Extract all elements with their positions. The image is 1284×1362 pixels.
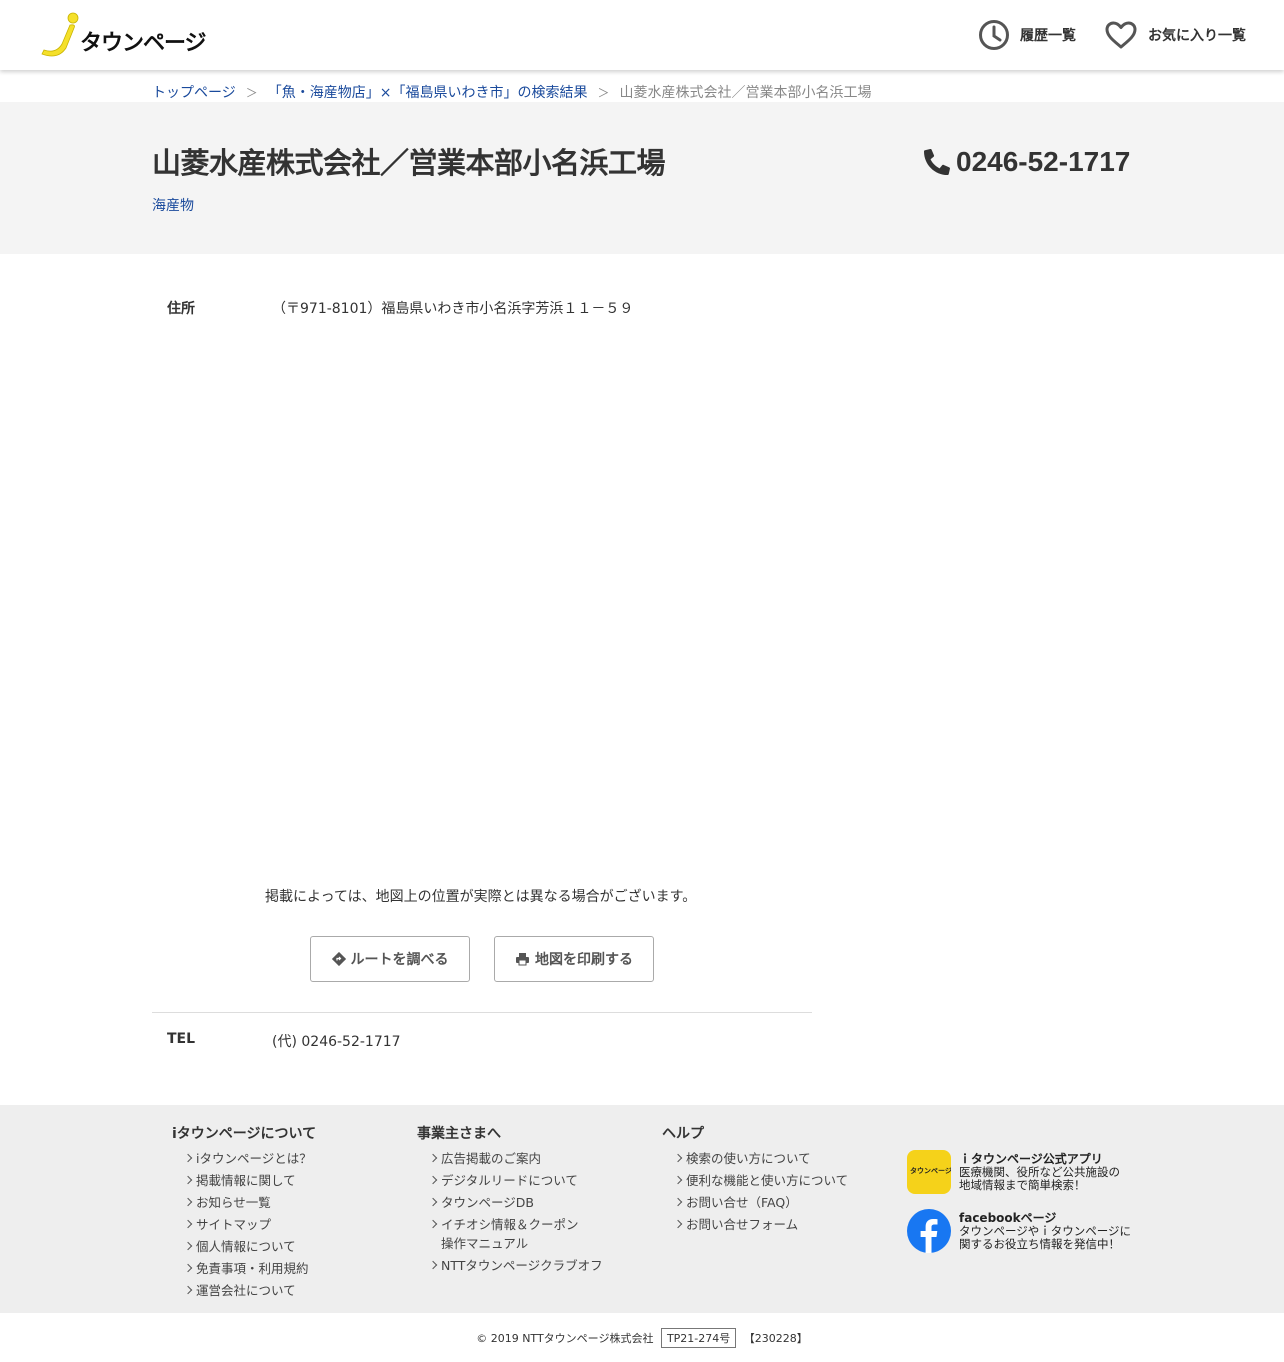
footer-link[interactable]: 個人情報について	[172, 1237, 316, 1256]
breadcrumb-separator: ＞	[245, 85, 258, 100]
footer-column-business: 事業主さまへ 広告掲載のご案内 デジタルリードについて タウンページDB イチオ…	[417, 1123, 603, 1278]
facebook-promo-line: 関するお役立ち情報を発信中！	[959, 1236, 1120, 1251]
route-diamond-icon	[331, 952, 346, 966]
app-promo-text: ｉタウンページ公式アプリ 医療機関、役所など公共施設の 地域情報まで簡単検索！	[959, 1151, 1120, 1192]
page-title: 山菱水産株式会社／営業本部小名浜工場	[152, 146, 666, 180]
footer-link[interactable]: タウンページDB	[417, 1193, 603, 1212]
site-header: タウンページ 履歴一覧 お気に入り一覧	[0, 0, 1284, 70]
copyright-text: © 2019 NTTタウンページ株式会社	[476, 1332, 654, 1345]
copyright-bar: © 2019 NTTタウンページ株式会社 TP21-274号 【230228】	[0, 1328, 1284, 1348]
address-value: （〒971-8101）福島県いわき市小名浜字芳浜１１－５９	[272, 301, 634, 317]
phone-icon	[924, 149, 950, 175]
favorites-label: お気に入り一覧	[1148, 28, 1246, 44]
route-button[interactable]: ルートを調べる	[310, 936, 470, 982]
print-map-button[interactable]: 地図を印刷する	[494, 936, 654, 982]
footer-column-help: ヘルプ 検索の使い方について 便利な機能と使い方について お問い合せ（FAQ） …	[662, 1123, 848, 1237]
footer-link[interactable]: デジタルリードについて	[417, 1171, 603, 1190]
footer-column-about: iタウンページについて iタウンページとは？ 掲載情報に関して お知らせ一覧 サ…	[172, 1123, 316, 1303]
breadcrumb-top-link[interactable]: トップページ	[152, 82, 236, 102]
printer-icon	[516, 953, 529, 966]
date-code: 【230228】	[743, 1332, 808, 1345]
registration-code-badge: TP21-274号	[660, 1328, 737, 1348]
heart-icon	[1105, 21, 1137, 49]
app-promo-banner[interactable]: タウンページ ｉタウンページ公式アプリ 医療機関、役所など公共施設の 地域情報ま…	[907, 1150, 1120, 1194]
print-button-label: 地図を印刷する	[535, 952, 633, 968]
facebook-promo-text: facebookページ タウンページやｉタウンページに 関するお役立ち情報を発信…	[959, 1210, 1132, 1251]
facebook-promo-line: タウンページやｉタウンページに	[959, 1223, 1132, 1238]
app-promo-title: ｉタウンページ公式アプリ	[959, 1151, 1103, 1166]
phone-number-text: 0246-52-1717	[956, 146, 1131, 177]
category-link[interactable]: 海産物	[152, 195, 194, 215]
tel-value[interactable]: (代) 0246-52-1717	[272, 1031, 401, 1051]
breadcrumb-current: 山菱水産株式会社／営業本部小名浜工場	[619, 85, 872, 101]
footer-link[interactable]: イチオシ情報＆クーポン 操作マニュアル	[417, 1215, 603, 1253]
footer-link[interactable]: iタウンページとは？	[172, 1149, 316, 1168]
facebook-icon	[907, 1209, 951, 1253]
footer-heading: iタウンページについて	[172, 1126, 317, 1142]
footer-link[interactable]: 便利な機能と使い方について	[662, 1171, 848, 1190]
footer-link[interactable]: お知らせ一覧	[172, 1193, 316, 1212]
app-promo-line: 医療機関、役所など公共施設の	[959, 1164, 1120, 1179]
footer-heading: ヘルプ	[662, 1126, 704, 1142]
site-logo[interactable]: タウンページ	[40, 8, 212, 60]
app-icon-text: タウンページ	[910, 1167, 951, 1175]
map-container[interactable]	[272, 330, 812, 860]
breadcrumb-separator: ＞	[597, 85, 610, 100]
logo-wordmark: タウンページ	[80, 31, 207, 56]
listing-title-band: 山菱水産株式会社／営業本部小名浜工場 海産物 0246-52-1717	[0, 102, 1284, 254]
section-divider	[152, 1012, 812, 1013]
breadcrumb-search-link[interactable]: 「魚・海産物店」×「福島県いわき市」の検索結果	[268, 82, 588, 102]
footer-link[interactable]: NTTタウンページクラブオフ	[417, 1256, 603, 1275]
footer-link-line: 操作マニュアル	[441, 1236, 529, 1251]
history-label: 履歴一覧	[1020, 28, 1076, 44]
favorites-link[interactable]: お気に入り一覧	[1104, 18, 1246, 52]
footer-link-line: イチオシ情報＆クーポン	[441, 1217, 579, 1232]
footer-heading: 事業主さまへ	[417, 1126, 501, 1142]
tel-label: TEL	[167, 1031, 196, 1047]
facebook-promo-title: facebookページ	[959, 1210, 1057, 1225]
footer-link[interactable]: 掲載情報に関して	[172, 1171, 316, 1190]
footer-link[interactable]: サイトマップ	[172, 1215, 316, 1234]
breadcrumb: トップページ ＞ 「魚・海産物店」×「福島県いわき市」の検索結果 ＞ 山菱水産株…	[152, 82, 872, 102]
route-button-label: ルートを調べる	[350, 952, 449, 968]
history-link[interactable]: 履歴一覧	[978, 18, 1076, 52]
app-promo-line: 地域情報まで簡単検索！	[959, 1177, 1086, 1192]
clock-icon	[979, 20, 1009, 50]
phone-number-header[interactable]: 0246-52-1717	[924, 146, 1130, 178]
footer-link[interactable]: お問い合せフォーム	[662, 1215, 848, 1234]
footer-link[interactable]: 検索の使い方について	[662, 1149, 848, 1168]
footer-link[interactable]: 運営会社について	[172, 1281, 316, 1300]
footer-link[interactable]: 広告掲載のご案内	[417, 1149, 603, 1168]
footer-link[interactable]: 免責事項・利用規約	[172, 1259, 316, 1278]
map-disclaimer: 掲載によっては、地図上の位置が実際とは異なる場合がございます。	[265, 889, 697, 905]
app-icon: タウンページ	[907, 1150, 951, 1194]
address-label: 住所	[167, 301, 195, 317]
site-footer: iタウンページについて iタウンページとは？ 掲載情報に関して お知らせ一覧 サ…	[0, 1105, 1284, 1313]
facebook-promo-banner[interactable]: facebookページ タウンページやｉタウンページに 関するお役立ち情報を発信…	[907, 1209, 1131, 1253]
footer-link[interactable]: お問い合せ（FAQ）	[662, 1193, 848, 1212]
